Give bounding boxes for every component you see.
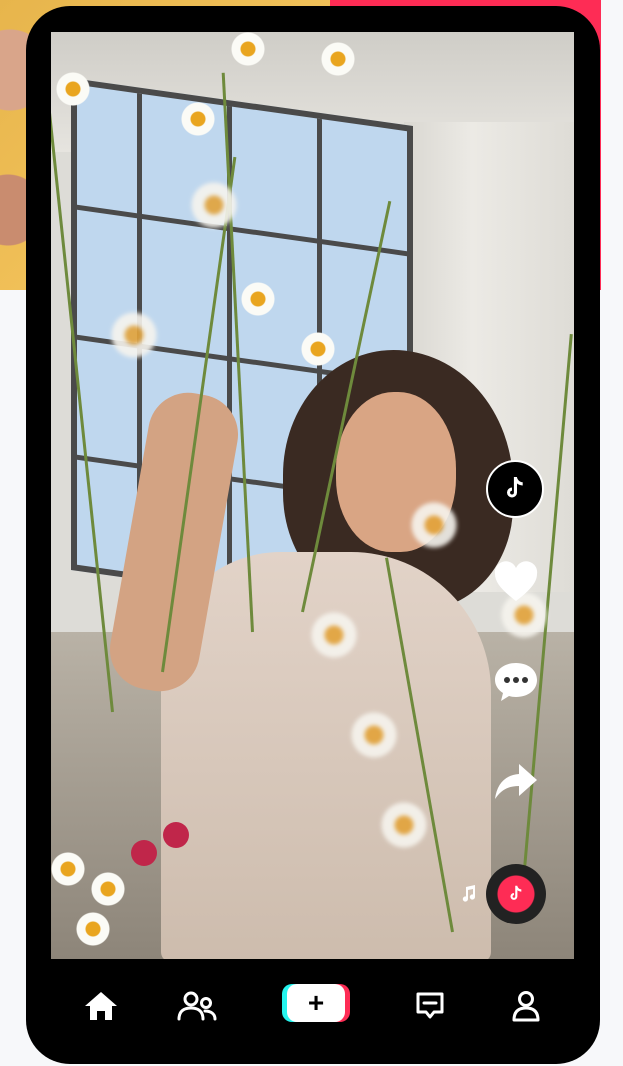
flower <box>311 612 357 658</box>
flower <box>76 912 110 946</box>
profile-icon <box>512 991 540 1022</box>
nav-inbox[interactable] <box>408 986 452 1026</box>
share-icon <box>495 764 537 799</box>
comment-icon <box>495 663 537 701</box>
flower <box>191 182 237 228</box>
home-icon <box>85 992 117 1020</box>
nav-profile[interactable] <box>504 986 548 1026</box>
tiktok-logo-icon <box>510 885 522 900</box>
flower <box>351 712 397 758</box>
flower <box>241 282 275 316</box>
comment-button[interactable] <box>490 656 542 708</box>
red-flower <box>163 822 189 848</box>
flower <box>181 102 215 136</box>
like-button[interactable] <box>490 556 542 608</box>
flower <box>301 332 335 366</box>
nav-friends[interactable] <box>175 986 219 1026</box>
music-note-icon <box>462 885 476 902</box>
flower <box>91 872 125 906</box>
red-flower <box>131 840 157 866</box>
plus-icon: + <box>307 987 325 1018</box>
inbox-icon <box>416 992 444 1019</box>
create-button[interactable]: + <box>287 984 345 1022</box>
flower <box>56 72 90 106</box>
sound-disc-button[interactable] <box>486 864 546 924</box>
friends-icon <box>177 991 217 1021</box>
flower <box>231 32 265 66</box>
flower <box>111 312 157 358</box>
heart-icon <box>494 561 538 601</box>
nav-home[interactable] <box>79 986 123 1026</box>
flower <box>381 802 427 848</box>
bottom-nav: + <box>51 968 574 1044</box>
flower <box>321 42 355 76</box>
flower <box>411 502 457 548</box>
tiktok-logo-icon[interactable] <box>486 460 544 518</box>
flower <box>51 852 85 886</box>
share-button[interactable] <box>490 756 542 808</box>
